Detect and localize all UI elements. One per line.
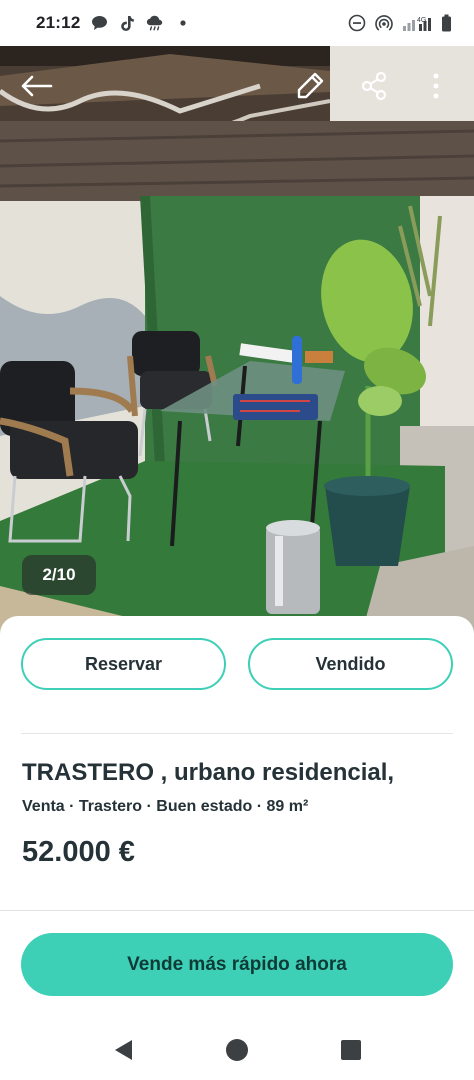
- nav-back-button[interactable]: [108, 1035, 138, 1065]
- status-notification-icons: [90, 14, 192, 32]
- do-not-disturb-icon: [348, 14, 366, 32]
- sell-faster-button[interactable]: Vende más rápido ahora: [21, 933, 453, 996]
- tiktok-icon: [118, 14, 136, 32]
- nav-recents-button[interactable]: [336, 1035, 366, 1065]
- share-icon: [361, 71, 387, 101]
- more-vertical-icon: [433, 73, 439, 99]
- listing-details-sheet: Reservar Vendido TRASTERO , urbano resid…: [0, 616, 474, 1020]
- listing-photo[interactable]: 2/10: [0, 46, 474, 640]
- chat-bubble-icon: [90, 14, 108, 32]
- status-time: 21:12: [36, 13, 81, 32]
- reserve-button[interactable]: Reservar: [21, 638, 226, 690]
- back-triangle-icon: [115, 1040, 132, 1060]
- status-system-icons: 4G: [348, 14, 452, 32]
- divider: [0, 910, 474, 911]
- sold-button[interactable]: Vendido: [248, 638, 453, 690]
- home-circle-icon: [226, 1039, 248, 1061]
- more-options-button[interactable]: [416, 66, 456, 106]
- battery-icon: [441, 14, 452, 32]
- edit-pencil-icon: [297, 72, 324, 99]
- divider: [21, 733, 453, 734]
- share-button[interactable]: [354, 66, 394, 106]
- nav-home-button[interactable]: [222, 1035, 252, 1065]
- dot-icon: [174, 14, 192, 32]
- listing-title: TRASTERO , urbano residencial,: [22, 759, 395, 786]
- photo-scene: [0, 46, 474, 640]
- status-bar: 21:12 4G: [0, 0, 474, 46]
- photo-counter: 2/10: [22, 555, 96, 595]
- back-arrow-icon: [21, 75, 53, 97]
- listing-meta: Venta · Trastero · Buen estado · 89 m²: [22, 798, 309, 815]
- status-actions: Reservar Vendido: [21, 638, 453, 690]
- edit-button[interactable]: [290, 66, 330, 106]
- recents-square-icon: [341, 1040, 361, 1060]
- system-nav-bar: [0, 1020, 474, 1080]
- listing-price: 52.000 €: [22, 836, 135, 868]
- cloud-rain-icon: [146, 14, 164, 32]
- back-button[interactable]: [16, 66, 56, 106]
- hotspot-icon: [375, 14, 393, 32]
- signal-icon: 4G: [402, 14, 432, 32]
